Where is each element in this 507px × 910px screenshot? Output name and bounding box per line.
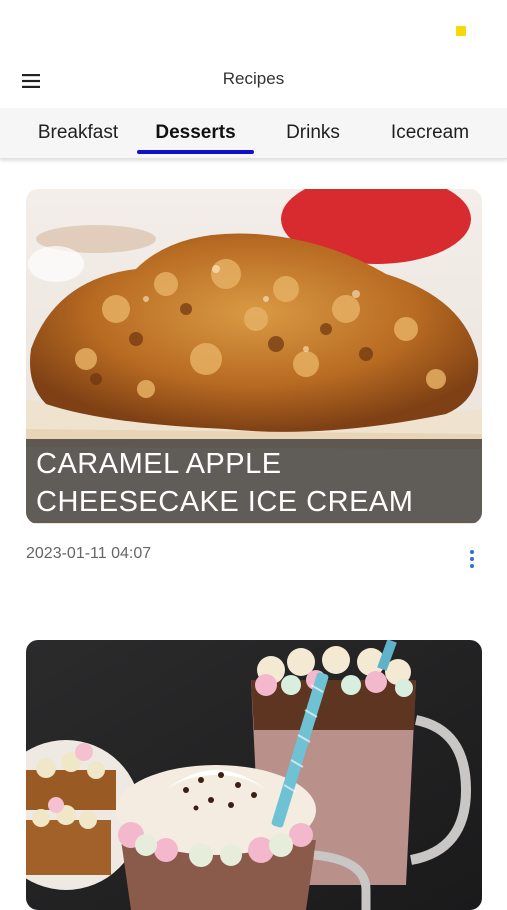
- page-title: Recipes: [222, 69, 285, 88]
- more-vertical-icon: [470, 550, 474, 554]
- recipe-title: CARAMEL APPLE CHEESECAKE ICE CREAM: [26, 439, 482, 523]
- status-indicator: [456, 26, 466, 36]
- more-options-button[interactable]: [462, 548, 482, 570]
- tab-icecream[interactable]: Icecream: [372, 108, 488, 158]
- recipe-card[interactable]: CARAMEL APPLE CHEESECAKE ICE CREAM: [26, 189, 482, 524]
- recipe-card[interactable]: [26, 640, 482, 910]
- recipe-date: 2023-01-11 04:07: [26, 545, 152, 562]
- hot-chocolate-marshmallow-photo: [26, 640, 482, 910]
- active-tab-indicator: [137, 150, 254, 154]
- category-tabs: Breakfast Desserts Drinks Icecream: [0, 108, 507, 159]
- app-bar: Recipes: [0, 56, 507, 106]
- tab-breakfast[interactable]: Breakfast: [20, 108, 136, 158]
- tab-drinks[interactable]: Drinks: [255, 108, 371, 158]
